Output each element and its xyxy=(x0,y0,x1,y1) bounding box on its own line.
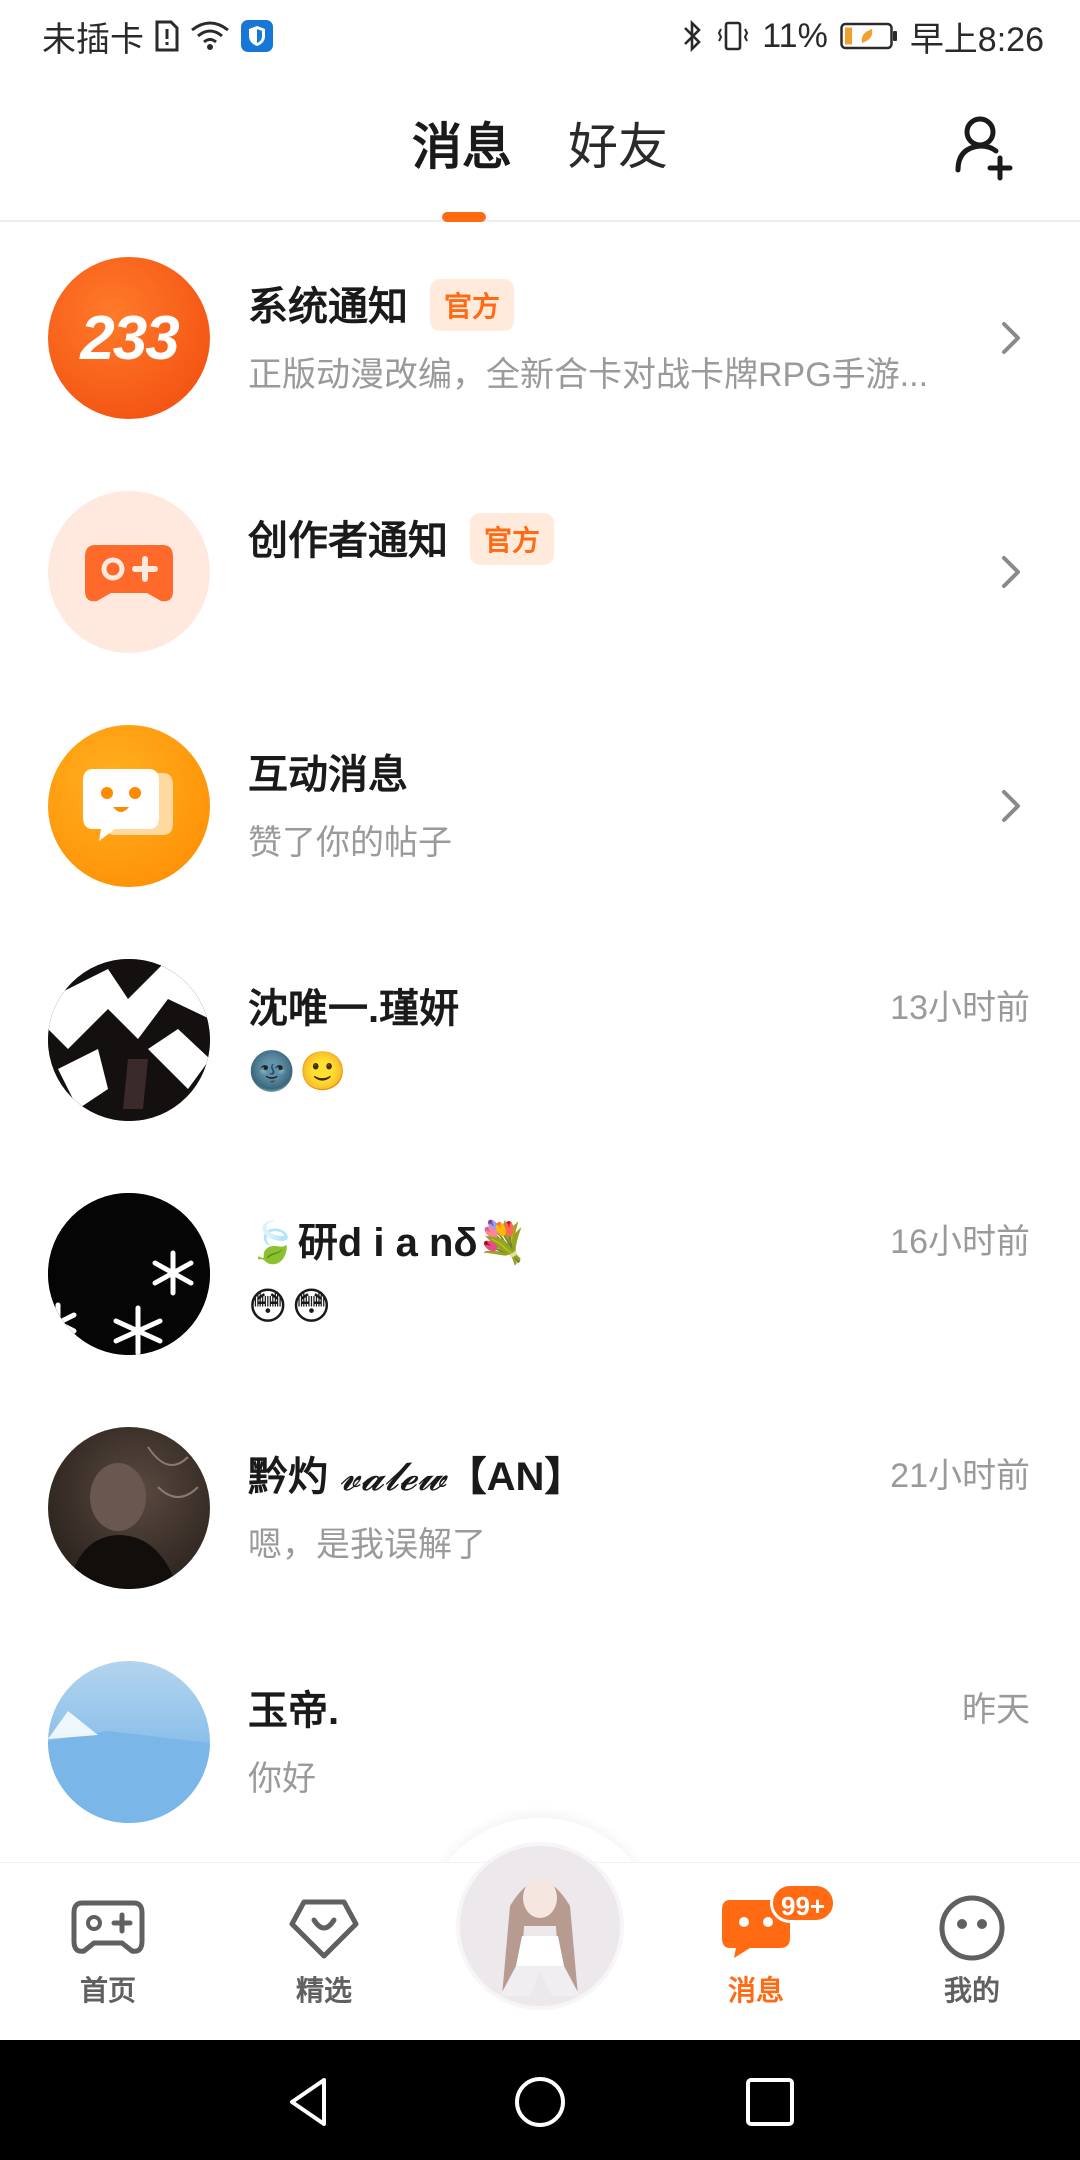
clock: 早上8:26 xyxy=(909,20,1044,59)
carrier-label: 未插卡 xyxy=(42,20,144,59)
conversation-name: 系统通知 官方 xyxy=(248,274,515,332)
top-header: 消息 好友 xyxy=(0,72,1080,222)
user-avatar xyxy=(48,1193,210,1355)
conversation-row-interaction[interactable]: 互动消息 赞了你的帖子 xyxy=(0,690,1080,924)
interaction-avatar xyxy=(48,725,210,887)
shield-app-icon xyxy=(240,19,274,53)
back-icon[interactable] xyxy=(282,2074,338,2130)
name-suffix: 【AN】 xyxy=(446,1455,585,1499)
conversation-time: 昨天 xyxy=(962,1691,1030,1729)
heart-badge-icon xyxy=(286,1893,362,1963)
vibrate-icon xyxy=(716,19,750,53)
nav-item-me[interactable]: 我的 xyxy=(892,1863,1052,2041)
system-nav-bar xyxy=(0,2040,1080,2160)
official-badge: 官方 xyxy=(430,279,515,331)
conversation-preview: 嗯，是我误解了 xyxy=(248,1526,486,1564)
recents-icon[interactable] xyxy=(742,2074,798,2130)
official-badge: 官方 xyxy=(470,513,555,565)
user-avatar xyxy=(48,1427,210,1589)
active-tab-indicator xyxy=(442,212,486,222)
conversation-time: 21小时前 xyxy=(890,1457,1030,1495)
nav-label: 消息 xyxy=(727,1975,784,2006)
conversation-name: 玉帝. xyxy=(248,1689,340,1733)
nav-label: 首页 xyxy=(79,1975,136,2006)
tab-messages[interactable]: 消息 xyxy=(412,112,512,182)
conversation-name: 创作者通知 官方 xyxy=(248,508,555,566)
chevron-right-icon xyxy=(1002,790,1020,822)
nav-item-home[interactable]: 首页 xyxy=(28,1863,188,2041)
preview-emoji: 🙂 xyxy=(299,1051,347,1093)
face-icon xyxy=(934,1893,1010,1963)
add-friend-icon[interactable] xyxy=(950,110,1022,182)
nav-label: 我的 xyxy=(943,1975,1000,2006)
gamepad-icon xyxy=(85,545,173,602)
preview-emoji: 😳 xyxy=(291,1286,332,1328)
center-profile-avatar[interactable] xyxy=(456,1842,624,2010)
preview-emoji: 🌚 xyxy=(248,1051,296,1093)
conversation-name: 黔灼 𝓿𝓪𝓵𝓮𝔀【AN】 xyxy=(248,1454,585,1500)
conversation-time: 13小时前 xyxy=(890,989,1030,1027)
chevron-right-icon xyxy=(1002,556,1020,588)
name-emoji: 💐 xyxy=(477,1221,528,1265)
battery-percent: 11% xyxy=(762,16,828,55)
creator-notice-avatar xyxy=(48,491,210,653)
conversation-name: 沈唯一.瑾妍 xyxy=(248,987,460,1031)
conversation-time: 16小时前 xyxy=(890,1223,1030,1261)
conversation-name: 🍃研d i a nδ💐 xyxy=(248,1221,528,1265)
user-avatar xyxy=(48,1661,210,1823)
conversation-list: 233 系统通知 官方 正版动漫改编，全新合卡对战卡牌RPG手游... 创作者通知… xyxy=(0,222,1080,1860)
wifi-icon xyxy=(190,20,230,52)
nav-label: 精选 xyxy=(295,1975,352,2006)
conversation-row-system[interactable]: 233 系统通知 官方 正版动漫改编，全新合卡对战卡牌RPG手游... xyxy=(0,222,1080,456)
avatar-text: 233 xyxy=(80,303,179,373)
status-bar: 未插卡 11% 早上8:26 xyxy=(0,0,1080,72)
conversation-name: 互动消息 xyxy=(248,753,408,797)
name-emoji: 🍃 xyxy=(248,1221,298,1265)
user-avatar xyxy=(48,959,210,1121)
conversation-preview: 赞了你的帖子 xyxy=(248,824,452,862)
name-script: 𝓿𝓪𝓵𝓮𝔀 xyxy=(339,1454,447,1500)
home-icon[interactable] xyxy=(512,2074,568,2130)
conversation-preview: 正版动漫改编，全新合卡对战卡牌RPG手游... xyxy=(248,356,929,394)
tab-friends[interactable]: 好友 xyxy=(568,112,668,182)
conversation-row-user[interactable]: 黔灼 𝓿𝓪𝓵𝓮𝔀【AN】 21小时前 嗯，是我误解了 xyxy=(0,1392,1080,1626)
preview-emojis: 😳 😳 xyxy=(248,1284,331,1329)
conversation-row-creator[interactable]: 创作者通知 官方 xyxy=(0,456,1080,690)
conversation-row-user[interactable]: 🍃研d i a nδ💐 16小时前 😳 😳 xyxy=(0,1158,1080,1392)
system-notice-avatar: 233 xyxy=(48,257,210,419)
sim-alert-icon xyxy=(154,20,180,52)
preview-emojis: 🌚 🙂 xyxy=(248,1050,347,1094)
preview-emoji: 😳 xyxy=(248,1286,288,1328)
conversation-row-user[interactable]: 沈唯一.瑾妍 13小时前 🌚 🙂 xyxy=(0,924,1080,1158)
bluetooth-icon xyxy=(682,19,704,53)
nav-item-featured[interactable]: 精选 xyxy=(244,1863,404,2041)
gamepad-icon xyxy=(70,1893,146,1963)
chat-bubble-icon xyxy=(83,769,173,841)
conversation-preview: 你好 xyxy=(248,1760,316,1798)
unread-count-badge: 99+ xyxy=(770,1883,837,1923)
battery-icon xyxy=(840,21,898,51)
chevron-right-icon xyxy=(1002,322,1020,354)
